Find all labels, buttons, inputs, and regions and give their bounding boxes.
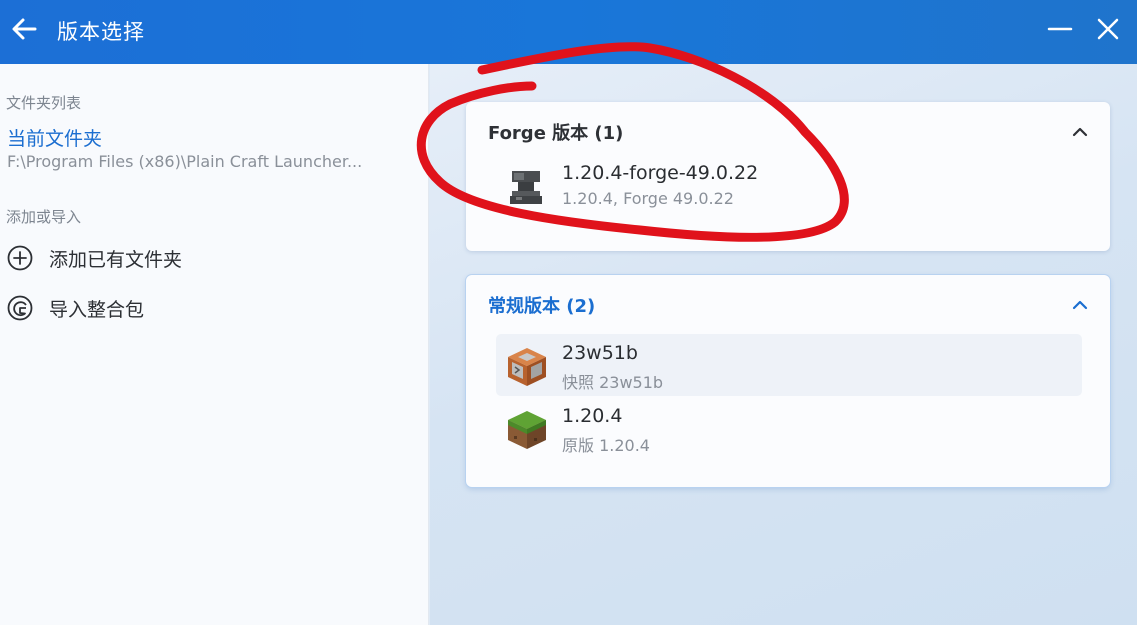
- title-bar: 版本选择: [0, 0, 1137, 64]
- anvil-icon: [510, 171, 542, 204]
- regular-group-title: 常规版本 (2): [488, 296, 596, 317]
- version-list-area: Forge 版本 (1) 1.20.4-forge-49.0.22 1.20.4…: [430, 64, 1137, 625]
- current-folder-path: F:\Program Files (x86)\Plain Craft Launc…: [7, 152, 363, 171]
- sidebar: 文件夹列表 当前文件夹 F:\Program Files (x86)\Plain…: [0, 64, 429, 625]
- version-name: 1.20.4-forge-49.0.22: [562, 162, 759, 184]
- chevron-up-icon[interactable]: [1070, 295, 1090, 315]
- regular-version-card: 常规版本 (2) 23w51b 快照 23w51b 1.20.4 原版 1.20…: [466, 275, 1110, 487]
- version-subtitle: 1.20.4, Forge 49.0.22: [562, 189, 734, 208]
- folder-list-label: 文件夹列表: [6, 94, 82, 112]
- window-title: 版本选择: [57, 20, 145, 44]
- add-or-import-label: 添加或导入: [6, 208, 82, 226]
- add-existing-folder-button[interactable]: 添加已有文件夹: [6, 242, 182, 274]
- version-item-forge[interactable]: 1.20.4-forge-49.0.22 1.20.4, Forge 49.0.…: [496, 154, 1082, 216]
- import-modpack-label: 导入整合包: [49, 298, 145, 321]
- chevron-up-icon[interactable]: [1070, 122, 1090, 142]
- arrow-left-icon: [12, 18, 37, 40]
- add-circle-icon: [7, 245, 33, 271]
- command-block-icon: [508, 348, 546, 386]
- back-button[interactable]: [8, 12, 42, 46]
- grass-block-icon: [508, 411, 546, 449]
- close-icon: [1097, 18, 1119, 40]
- forge-version-card: Forge 版本 (1) 1.20.4-forge-49.0.22 1.20.4…: [466, 102, 1110, 251]
- close-button[interactable]: [1094, 14, 1122, 44]
- version-name: 1.20.4: [562, 405, 623, 427]
- version-subtitle: 原版 1.20.4: [562, 436, 650, 455]
- version-item-snapshot[interactable]: 23w51b 快照 23w51b: [496, 334, 1082, 396]
- version-name: 23w51b: [562, 342, 638, 364]
- import-modpack-button[interactable]: 导入整合包: [6, 292, 144, 324]
- minimize-button[interactable]: [1046, 14, 1074, 44]
- import-package-icon: [7, 295, 33, 321]
- current-folder-name: 当前文件夹: [7, 128, 103, 150]
- minimize-icon: [1047, 27, 1073, 31]
- version-subtitle: 快照 23w51b: [562, 373, 664, 392]
- forge-group-title: Forge 版本 (1): [488, 123, 624, 144]
- add-existing-folder-label: 添加已有文件夹: [49, 248, 183, 271]
- version-item-release[interactable]: 1.20.4 原版 1.20.4: [496, 397, 1082, 459]
